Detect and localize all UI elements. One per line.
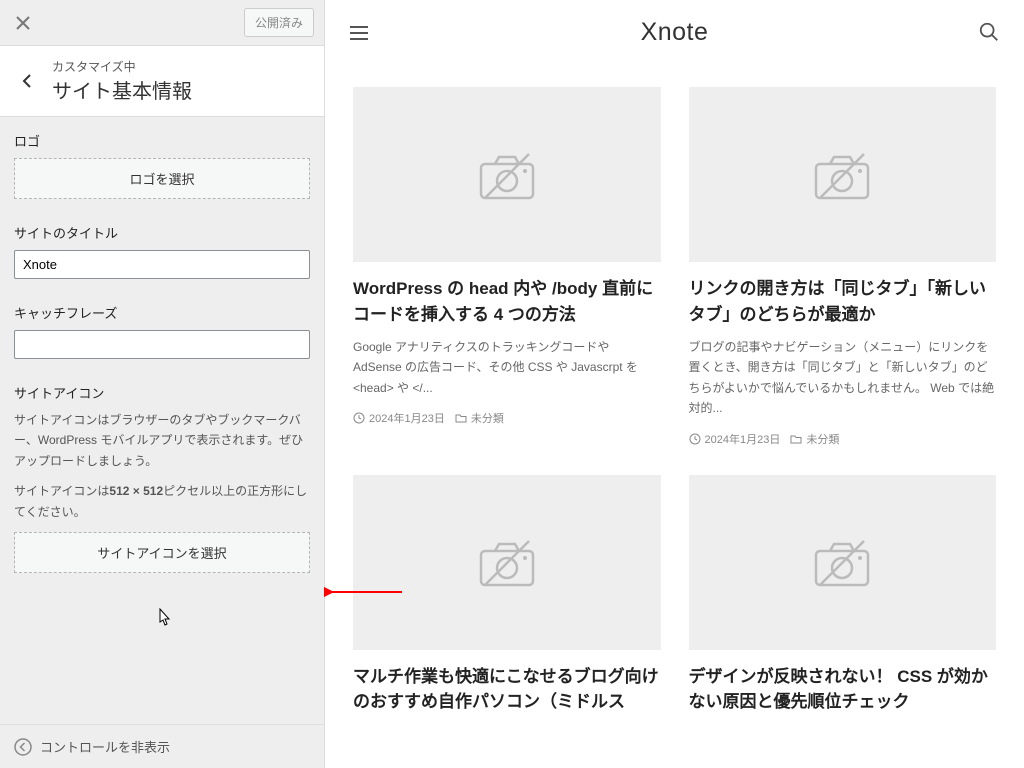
site-icon-field: サイトアイコン サイトアイコンはブラウザーのタブやブックマークバー、WordPr… xyxy=(14,383,310,573)
customizer-topbar: 公開済み xyxy=(0,0,324,46)
post-title: デザインが反映されない！ CSS が効かない原因と優先順位チェック xyxy=(689,664,997,715)
section-header: カスタマイズ中 サイト基本情報 xyxy=(0,46,324,117)
posts-grid: WordPress の head 内や /body 直前にコードを挿入する 4 … xyxy=(325,65,1024,715)
section-subtitle: カスタマイズ中 xyxy=(52,58,192,75)
customizer-panel: 公開済み カスタマイズ中 サイト基本情報 ロゴ ロゴを選択 サイトのタイトル キ… xyxy=(0,0,325,768)
section-title: サイト基本情報 xyxy=(52,75,192,104)
collapse-icon xyxy=(14,738,32,756)
post-thumbnail xyxy=(689,87,997,262)
site-title-text[interactable]: Xnote xyxy=(641,18,709,47)
post-title: リンクの開き方は「同じタブ」「新しいタブ」のどちらが最適か xyxy=(689,276,997,327)
post-meta: 2024年1月23日 未分類 xyxy=(689,431,997,447)
post-thumbnail xyxy=(689,475,997,650)
select-logo-button[interactable]: ロゴを選択 xyxy=(14,158,310,199)
search-icon xyxy=(978,21,1000,43)
post-date: 2024年1月23日 xyxy=(369,410,445,426)
post-card[interactable]: リンクの開き方は「同じタブ」「新しいタブ」のどちらが最適か ブログの記事やナビゲ… xyxy=(689,87,997,447)
menu-button[interactable] xyxy=(347,21,371,45)
logo-label: ロゴ xyxy=(14,131,310,150)
publish-status-button[interactable]: 公開済み xyxy=(244,8,314,37)
placeholder-image-icon xyxy=(810,150,874,200)
customizer-body: ロゴ ロゴを選択 サイトのタイトル キャッチフレーズ サイトアイコン サイトアイ… xyxy=(0,117,324,724)
clock-icon xyxy=(353,412,365,424)
close-button[interactable] xyxy=(0,0,46,45)
post-card[interactable]: WordPress の head 内や /body 直前にコードを挿入する 4 … xyxy=(353,87,661,447)
post-title: マルチ作業も快適にこなせるブログ向けのおすすめ自作パソコン（ミドルス xyxy=(353,664,661,715)
placeholder-image-icon xyxy=(810,537,874,587)
close-icon xyxy=(16,16,30,30)
select-site-icon-button[interactable]: サイトアイコンを選択 xyxy=(14,532,310,573)
post-category: 未分類 xyxy=(806,431,839,447)
site-header: Xnote xyxy=(325,0,1024,65)
post-date: 2024年1月23日 xyxy=(705,431,781,447)
site-title-field: サイトのタイトル xyxy=(14,223,310,279)
preview-pane: Xnote WordPress の head 内や /body 直前にコードを挿… xyxy=(325,0,1024,768)
post-card[interactable]: マルチ作業も快適にこなせるブログ向けのおすすめ自作パソコン（ミドルス xyxy=(353,475,661,715)
hamburger-icon xyxy=(347,21,371,45)
tagline-input[interactable] xyxy=(14,330,310,359)
post-excerpt: ブログの記事やナビゲーション（メニュー）にリンクを置くとき、開き方は「同じタブ」… xyxy=(689,337,997,419)
post-card[interactable]: デザインが反映されない！ CSS が効かない原因と優先順位チェック xyxy=(689,475,997,715)
site-icon-help-1: サイトアイコンはブラウザーのタブやブックマークバー、WordPress モバイル… xyxy=(14,410,310,471)
post-title: WordPress の head 内や /body 直前にコードを挿入する 4 … xyxy=(353,276,661,327)
logo-field: ロゴ ロゴを選択 xyxy=(14,131,310,199)
placeholder-image-icon xyxy=(475,150,539,200)
search-button[interactable] xyxy=(978,21,1002,45)
tagline-field: キャッチフレーズ xyxy=(14,303,310,359)
tagline-label: キャッチフレーズ xyxy=(14,303,310,322)
chevron-left-icon xyxy=(20,73,36,89)
site-icon-help-2: サイトアイコンは512 × 512ピクセル以上の正方形にしてください。 xyxy=(14,481,310,522)
hide-controls-button[interactable]: コントロールを非表示 xyxy=(0,724,324,768)
placeholder-image-icon xyxy=(475,537,539,587)
clock-icon xyxy=(689,433,701,445)
back-button[interactable] xyxy=(14,67,42,95)
folder-icon xyxy=(790,433,802,445)
post-excerpt: Google アナリティクスのトラッキングコードや AdSense の広告コード… xyxy=(353,337,661,398)
post-thumbnail xyxy=(353,475,661,650)
hide-controls-label: コントロールを非表示 xyxy=(40,737,170,756)
folder-icon xyxy=(455,412,467,424)
site-title-label: サイトのタイトル xyxy=(14,223,310,242)
site-icon-label: サイトアイコン xyxy=(14,383,310,402)
post-thumbnail xyxy=(353,87,661,262)
post-category: 未分類 xyxy=(471,410,504,426)
post-meta: 2024年1月23日 未分類 xyxy=(353,410,661,426)
site-title-input[interactable] xyxy=(14,250,310,279)
